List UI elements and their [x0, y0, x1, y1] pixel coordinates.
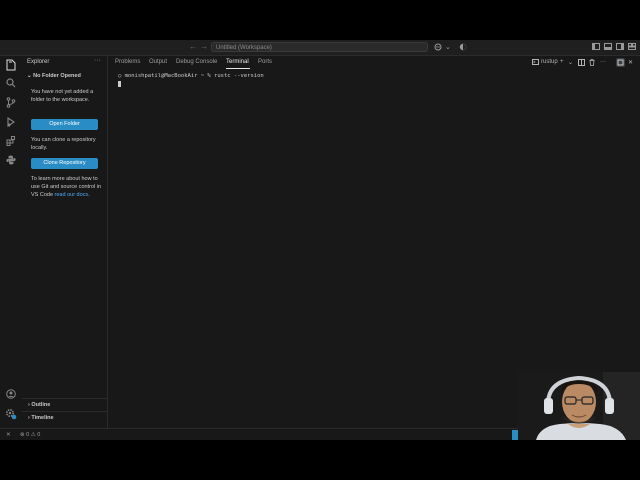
- webcam-overlay: [518, 372, 640, 440]
- terminal-icon: [532, 59, 539, 67]
- outline-section[interactable]: › Outline: [22, 398, 107, 410]
- timeline-section[interactable]: › Timeline: [22, 411, 107, 423]
- toggle-secondary-sidebar-icon[interactable]: [616, 43, 624, 53]
- open-folder-button[interactable]: Open Folder: [31, 119, 98, 130]
- kill-terminal-icon[interactable]: [589, 59, 595, 68]
- tab-debug-console[interactable]: Debug Console: [176, 59, 217, 65]
- remote-indicator-icon[interactable]: ✕: [6, 429, 11, 440]
- back-arrow-icon[interactable]: ←: [189, 42, 197, 51]
- learn-more-text: To learn more about how to use Git and s…: [31, 176, 102, 198]
- active-tab-indicator: [226, 68, 250, 69]
- tab-terminal[interactable]: Terminal: [226, 59, 249, 65]
- toggle-panel-icon[interactable]: [604, 43, 612, 53]
- account-icon[interactable]: [3, 389, 19, 403]
- terminal-command-line: monishpatil@MacBookAir ~ % rustc --versi…: [124, 73, 264, 79]
- command-center-search[interactable]: Untitled (Workspace): [211, 42, 428, 52]
- activity-bar: [0, 56, 23, 428]
- tab-output[interactable]: Output: [149, 59, 167, 65]
- clone-message: You can clone a repository locally.: [31, 137, 96, 151]
- accounts-icon[interactable]: [459, 43, 467, 54]
- panel-tabs: Problems Output Debug Console Terminal P…: [108, 56, 640, 70]
- search-icon[interactable]: [3, 78, 19, 92]
- tab-problems[interactable]: Problems: [115, 59, 140, 65]
- forward-arrow-icon[interactable]: →: [200, 42, 208, 51]
- run-and-debug-icon[interactable]: [3, 116, 19, 131]
- tab-ports[interactable]: Ports: [258, 59, 272, 65]
- no-folder-message: You have not yet added a folder to the w…: [31, 89, 94, 103]
- split-terminal-icon[interactable]: [578, 59, 585, 68]
- terminal-cursor: [118, 81, 121, 87]
- more-actions-icon[interactable]: ···: [600, 59, 606, 65]
- manage-gear-icon[interactable]: [3, 408, 19, 422]
- close-panel-icon[interactable]: ✕: [628, 59, 633, 66]
- python-icon[interactable]: [3, 155, 19, 169]
- source-control-icon[interactable]: [3, 97, 19, 111]
- section-title: No Folder Opened: [33, 73, 81, 79]
- terminal-output[interactable]: ○ monishpatil@MacBookAir ~ % rustc --ver…: [118, 73, 264, 79]
- maximize-panel-icon[interactable]: [616, 58, 625, 67]
- explorer-sidebar: Explorer ··· ⌄ No Folder Opened You have…: [22, 56, 108, 428]
- clone-repository-button[interactable]: Clone Repository: [31, 158, 98, 169]
- copilot-icon[interactable]: [434, 43, 442, 54]
- prompt-circle-icon: ○: [118, 73, 125, 79]
- problems-status[interactable]: ⊗ 0 ⚠ 0: [20, 429, 40, 440]
- read-docs-link[interactable]: read our docs: [55, 192, 89, 198]
- extensions-icon[interactable]: [3, 136, 19, 150]
- no-folder-section[interactable]: ⌄ No Folder Opened: [27, 73, 81, 79]
- new-terminal-icon[interactable]: +: [560, 59, 564, 65]
- customize-layout-icon[interactable]: [628, 43, 636, 53]
- terminal-name[interactable]: rustup: [541, 59, 558, 65]
- explorer-icon[interactable]: [3, 59, 19, 73]
- toggle-primary-sidebar-icon[interactable]: [592, 43, 600, 53]
- chevron-down-icon[interactable]: ⌄: [445, 43, 451, 52]
- title-bar: ← → Untitled (Workspace) ⌄: [0, 40, 640, 56]
- sidebar-title: Explorer: [27, 59, 50, 65]
- chevron-down-icon[interactable]: ⌄: [568, 59, 573, 66]
- more-actions-icon[interactable]: ···: [94, 57, 101, 64]
